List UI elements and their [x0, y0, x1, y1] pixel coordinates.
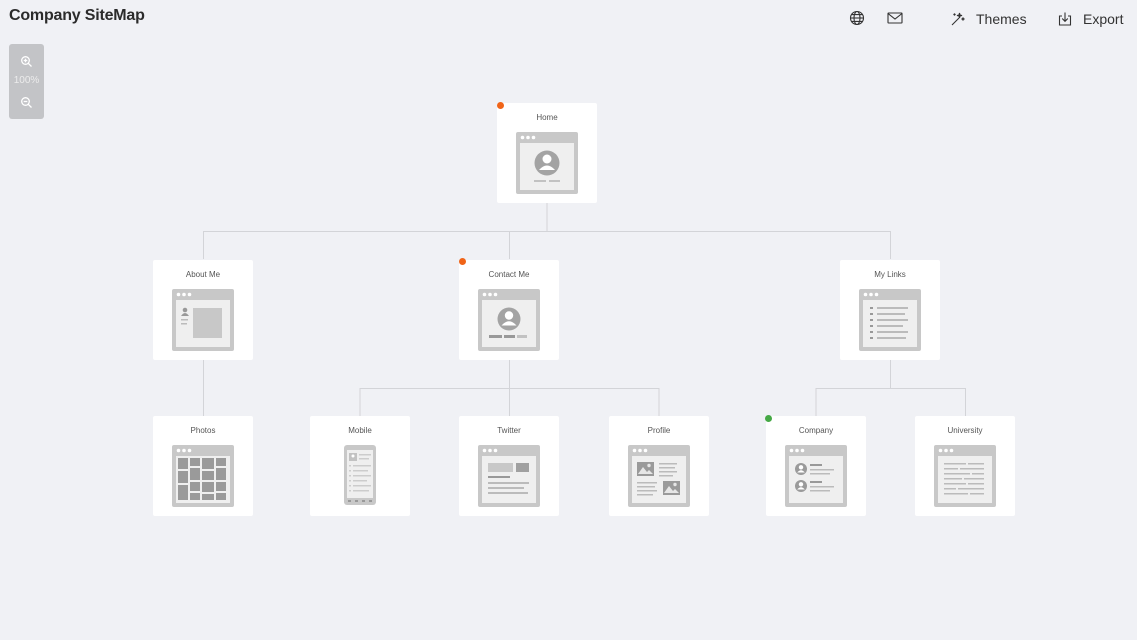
text-page-icon — [934, 445, 996, 507]
node-mobile[interactable]: Mobile — [310, 416, 410, 516]
status-dot-green — [765, 415, 772, 422]
about-page-icon — [172, 289, 234, 351]
node-label: Contact Me — [488, 270, 530, 279]
gallery-page-icon — [172, 445, 234, 507]
node-company[interactable]: Company — [766, 416, 866, 516]
node-label: Mobile — [348, 426, 372, 435]
media-page-icon — [628, 445, 690, 507]
contact-page-icon — [478, 289, 540, 351]
node-label: University — [947, 426, 983, 435]
node-my-links[interactable]: My Links — [840, 260, 940, 360]
links-page-icon — [859, 289, 921, 351]
feed-page-icon — [478, 445, 540, 507]
profile-page-icon — [516, 132, 578, 194]
node-contact-me[interactable]: Contact Me — [459, 260, 559, 360]
status-dot-orange — [459, 258, 466, 265]
team-page-icon — [785, 445, 847, 507]
node-label: Photos — [190, 426, 216, 435]
node-home[interactable]: Home — [497, 103, 597, 203]
node-label: Profile — [647, 426, 671, 435]
node-label: Home — [536, 113, 558, 122]
link-contact-children — [359, 359, 660, 416]
node-profile[interactable]: Profile — [609, 416, 709, 516]
node-about-me[interactable]: About Me — [153, 260, 253, 360]
mobile-page-icon — [344, 445, 376, 505]
node-label: Company — [798, 426, 834, 435]
node-label: About Me — [185, 270, 221, 279]
link-mylinks-children — [815, 359, 966, 416]
node-label: Twitter — [497, 426, 521, 435]
link-home-level2 — [203, 202, 891, 259]
node-label: My Links — [874, 270, 906, 279]
node-twitter[interactable]: Twitter — [459, 416, 559, 516]
node-photos[interactable]: Photos — [153, 416, 253, 516]
status-dot-orange — [497, 102, 504, 109]
node-university[interactable]: University — [915, 416, 1015, 516]
